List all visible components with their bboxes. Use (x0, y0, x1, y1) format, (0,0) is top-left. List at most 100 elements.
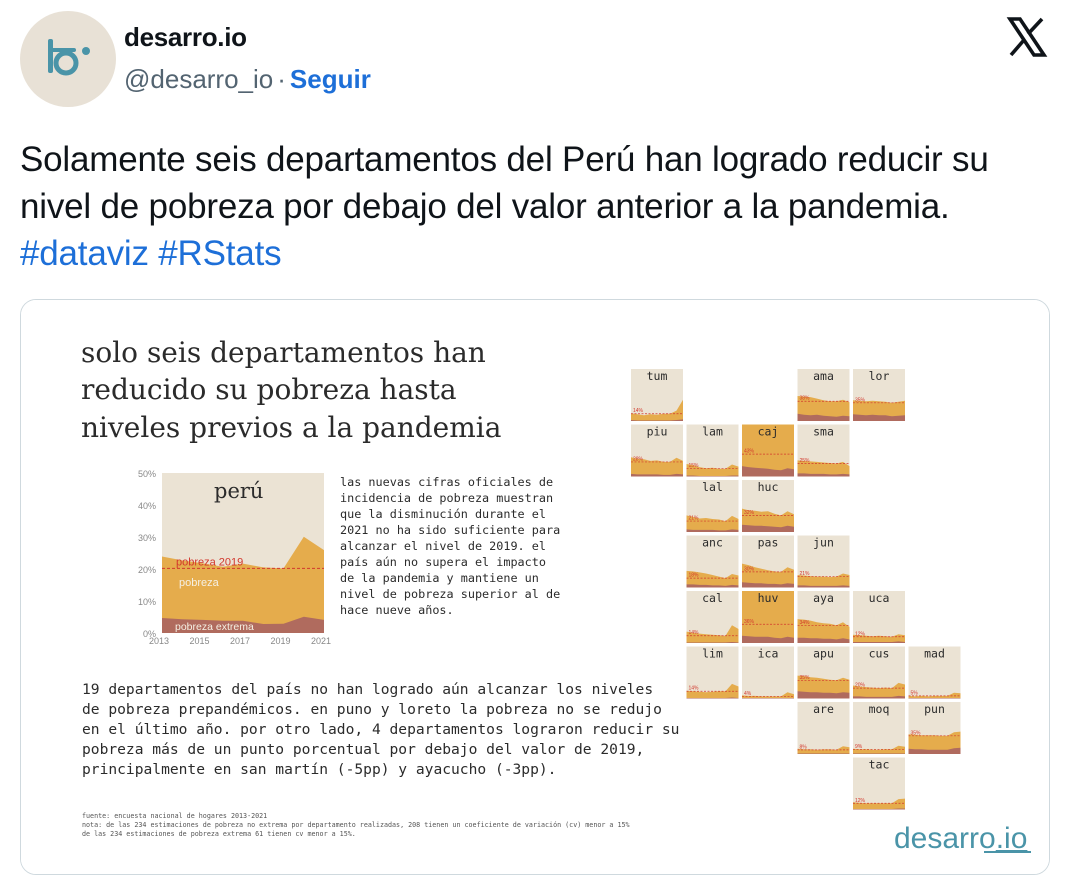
infographic: solo seis departamentos han reducido su … (21, 300, 1049, 874)
hashtag-rstats[interactable]: #RStats (158, 234, 281, 273)
title-line-3: niveles previos a la pandemia (81, 411, 501, 444)
x-logo-icon[interactable] (1006, 16, 1048, 58)
x-tick-label: 2021 (311, 636, 331, 646)
department-tile-cal: 14% cal (686, 591, 739, 643)
tile-reference-label: 5% (911, 690, 919, 696)
peru-chart: 0%10%20%30%40%50% 2013 2015 2017 2019 2021 p… (138, 469, 331, 646)
hashtag-dataviz[interactable]: #dataviz (20, 234, 149, 273)
department-tile-jun: 21% jun (797, 535, 850, 588)
department-tile-lim: 14% lim (686, 646, 739, 699)
tile-name: piu (647, 425, 668, 439)
department-tile-ama: 38% ama (797, 369, 850, 421)
x-tick-label: 2019 (270, 636, 290, 646)
tile-name: apu (813, 647, 834, 661)
department-tile-lal: 21% lal (686, 480, 739, 532)
department-tile-lam: 15% lam (686, 424, 739, 477)
tile-name: ama (813, 369, 834, 383)
tile-reference-label: 21% (689, 516, 700, 522)
tile-name: pun (924, 702, 945, 716)
peru-extrema-label: pobreza extrema (175, 621, 254, 633)
tile-name: lor (869, 369, 890, 383)
tile-reference-label: 35% (800, 675, 811, 681)
y-tick-label: 10% (138, 597, 156, 607)
paragraph-1-line: alcanzar el nivel de 2019. el (340, 539, 546, 553)
tile-reference-label: 12% (855, 631, 866, 637)
paragraph-1-line: 2021 no ha sido suficiente para (340, 523, 560, 537)
tile-name: huv (758, 591, 779, 605)
brand-wordmark: desarro.io (894, 822, 1027, 855)
tile-name: caj (758, 425, 779, 439)
department-tile-aya: 34% aya (797, 591, 850, 643)
y-tick-label: 50% (138, 469, 156, 479)
department-tile-pas: 30% pas (742, 535, 794, 588)
department-tile-sma: 25% sma (797, 424, 850, 477)
paragraph-2-line: de pobreza prepandémicos. en puno y lore… (82, 701, 662, 718)
footnote-source: fuente: encuesta nacional de hogares 201… (82, 812, 267, 820)
tile-reference-label: 35% (911, 730, 922, 736)
follow-button[interactable]: Seguir (290, 64, 371, 94)
avatar[interactable] (20, 11, 116, 107)
department-tile-cus: 20% cus (853, 646, 905, 699)
tile-name: lal (702, 480, 723, 494)
tile-name: tac (869, 758, 890, 772)
department-tile-lor: 35% lor (853, 369, 905, 421)
tile-reference-label: 18% (689, 573, 700, 579)
tile-name: tum (647, 369, 668, 383)
tile-reference-label: 4% (744, 691, 752, 697)
author-handle[interactable]: @desarro_io (124, 64, 273, 94)
tile-name: moq (869, 702, 890, 716)
title-line-2: reducido su pobreza hasta (81, 373, 457, 406)
footnote-note-2: de las 234 estimaciones de pobreza extre… (82, 830, 356, 838)
paragraph-1-line: hace nueve años. (340, 603, 454, 617)
tile-name: uca (869, 591, 890, 605)
tile-reference-label: 20% (855, 683, 866, 689)
paragraph-1-line: país aún no supera el impacto (340, 555, 546, 569)
tile-reference-label: 32% (744, 510, 755, 516)
paragraph-1-line: nivel de pobreza superior al de (340, 587, 560, 601)
paragraph-2-line: principalmente en san martín (-5pp) y ay… (82, 761, 556, 778)
tile-reference-label: 38% (800, 396, 811, 402)
brand-name: desarro (894, 822, 996, 855)
department-tile-ica: 4% ica (742, 646, 794, 699)
department-tile-huc: 32% huc (742, 480, 794, 532)
tile-reference-label: 14% (633, 408, 644, 414)
tile-name: mad (924, 647, 945, 661)
tile-name: lim (702, 647, 723, 661)
tile-reference-label: 28% (633, 456, 644, 462)
y-tick-label: 30% (138, 533, 156, 543)
y-tick-label: 40% (138, 501, 156, 511)
paragraph-1-line: incidencia de pobreza muestran (340, 491, 553, 505)
department-tile-mad: 5% mad (908, 646, 961, 699)
tile-extrema-area (853, 753, 905, 754)
department-tile-huv: 36% huv (742, 591, 794, 643)
footnote-note: nota: de las 234 estimaciones de pobreza… (82, 821, 630, 829)
tile-reference-label: 25% (800, 458, 811, 464)
tile-reference-label: 14% (689, 686, 700, 692)
tile-name: anc (702, 536, 723, 550)
tile-name: pas (758, 536, 779, 550)
paragraph-2-line: en el último año. por otro lado, 4 depar… (82, 721, 679, 738)
tile-reference-label: 8% (800, 744, 808, 750)
tile-reference-label: 21% (800, 571, 811, 577)
department-tile-moq: 9% moq (853, 702, 905, 754)
tile-name: cus (869, 647, 890, 661)
tile-reference-label: 35% (855, 397, 866, 403)
tile-extrema-area (797, 753, 850, 754)
tile-name: ica (758, 647, 779, 661)
department-tile-tum: 14% tum (631, 369, 683, 421)
peru-reference-label: pobreza 2019 (176, 556, 243, 568)
tile-extrema-area (908, 698, 961, 699)
tile-reference-label: 43% (744, 449, 755, 455)
y-tick-label: 20% (138, 565, 156, 575)
infographic-card[interactable]: solo seis departamentos han reducido su … (20, 299, 1050, 875)
department-tile-caj: 43% caj (742, 424, 794, 477)
tile-reference-label: 12% (855, 798, 866, 804)
brand-suffix: .io (996, 822, 1028, 855)
x-tick-label: 2015 (189, 636, 209, 646)
author-name[interactable]: desarro.io (124, 22, 247, 53)
tile-reference-label: 30% (744, 566, 755, 572)
x-tick-label: 2017 (230, 636, 250, 646)
department-tile-anc: 18% anc (686, 535, 739, 588)
tweet-text: Solamente seis departamentos del Perú ha… (20, 136, 1040, 277)
department-tile-apu: 35% apu (797, 646, 850, 699)
